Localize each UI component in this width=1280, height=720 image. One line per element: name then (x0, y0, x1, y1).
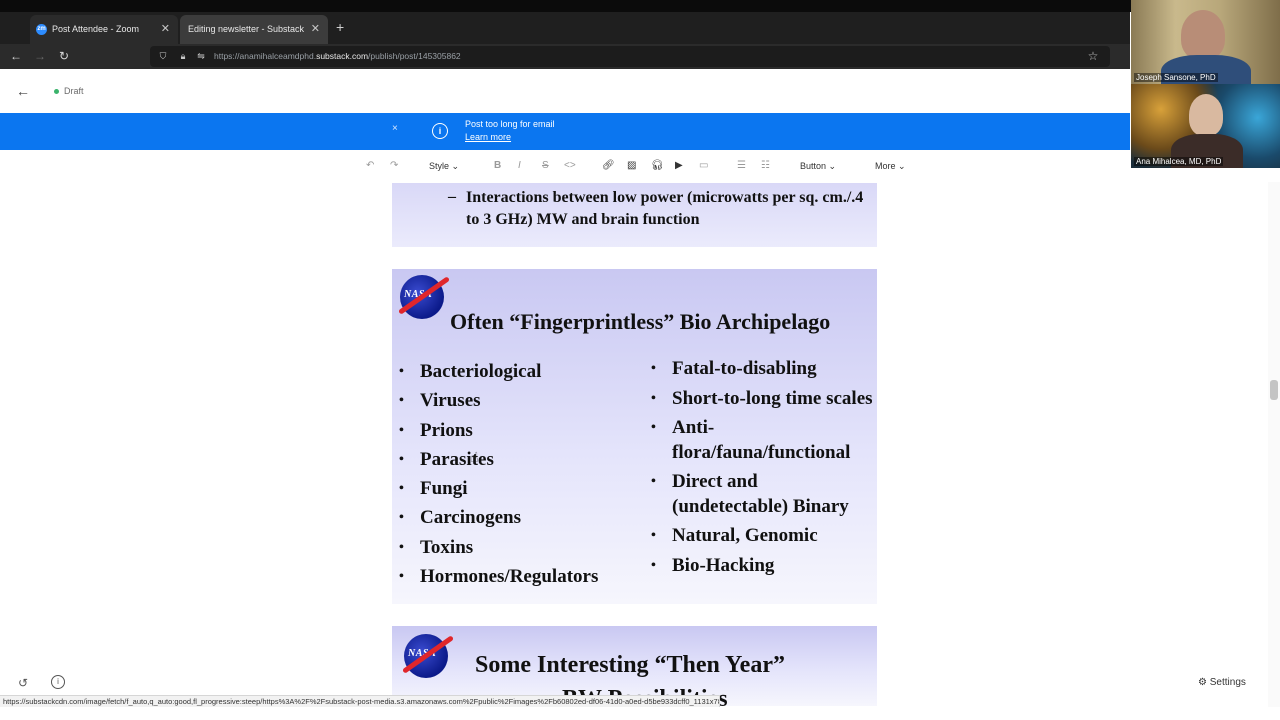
tab-zoom[interactable]: zm Post Attendee - Zoom ✕ (30, 15, 178, 44)
learn-more-link[interactable]: Learn more (465, 132, 511, 142)
slide-image-bio-archipelago[interactable]: NASA Often “Fingerprintless” Bio Archipe… (392, 269, 877, 604)
numbered-list-icon[interactable]: ☷ (761, 159, 770, 173)
back-arrow-icon[interactable]: ← (8, 48, 24, 64)
participant-name: Ana Mihalcea, MD, PhD (1134, 157, 1224, 166)
close-tab-icon[interactable]: ✕ (311, 15, 320, 44)
mouse-cursor-icon: ☝︎ (470, 449, 479, 465)
right-bullet-list: Fatal-to-disabling Short-to-long time sc… (644, 357, 874, 578)
window-top-strip (0, 0, 1280, 12)
list-item: Prions (392, 416, 632, 446)
comment-icon[interactable]: ▭ (699, 159, 708, 173)
list-item: Parasites (392, 445, 632, 475)
list-item: Natural, Genomic (644, 524, 874, 549)
address-row: ← → ↻ ⛉ 🔒︎ ⇋ https://anamihalceamdphd.su… (0, 44, 1130, 69)
slide-dash: – (448, 188, 456, 205)
zoom-icon: zm (36, 24, 47, 35)
page-scrollbar[interactable] (1268, 182, 1280, 707)
image-icon[interactable]: ▨ (627, 159, 636, 173)
strikethrough-icon[interactable]: S (542, 159, 549, 173)
left-bullet-list: Bacteriological Viruses Prions Parasites… (392, 357, 632, 592)
slide-text: Interactions between low power (microwat… (466, 189, 864, 228)
video-tile-participant-2[interactable]: Ana Mihalcea, MD, PhD (1131, 84, 1280, 168)
bullet-list-icon[interactable]: ☰ (737, 159, 746, 173)
slide-image-top[interactable]: – Interactions between low power (microw… (392, 183, 877, 247)
tab-substack[interactable]: Editing newsletter - Substack ✕ (180, 15, 328, 44)
lock-icon[interactable]: 🔒︎ (176, 49, 190, 63)
url-text: https://anamihalceamdphd.substack.com/pu… (214, 51, 461, 61)
video-icon[interactable]: ▶ (675, 159, 683, 173)
tab-title: Editing newsletter - Substack (188, 24, 305, 34)
forward-arrow-icon[interactable]: → (32, 48, 48, 64)
history-icon[interactable]: ↺ (15, 675, 31, 691)
info-icon[interactable]: i (51, 675, 65, 689)
draft-status-dot (54, 89, 59, 94)
new-tab-button[interactable]: + (336, 18, 344, 36)
style-dropdown[interactable]: Style ⌄ (429, 159, 459, 173)
shield-icon[interactable]: ⛉ (156, 49, 170, 63)
participant-name: Joseph Sansone, PhD (1134, 73, 1218, 82)
info-icon: i (432, 123, 448, 139)
scrollbar-thumb[interactable] (1270, 380, 1278, 400)
address-bar[interactable]: ⛉ 🔒︎ ⇋ https://anamihalceamdphd.substack… (150, 46, 1110, 67)
slide-title: Often “Fingerprintless” Bio Archipelago (450, 309, 831, 334)
undo-icon[interactable]: ↶ (366, 159, 374, 173)
list-item: Short-to-long time scales (644, 387, 874, 412)
list-item: Direct and (undetectable) Binary (644, 470, 874, 519)
button-dropdown[interactable]: Button ⌄ (800, 159, 836, 173)
close-icon[interactable]: × (392, 123, 398, 134)
status-url-bar: https://substackcdn.com/image/fetch/f_au… (0, 695, 720, 707)
site-settings-icon[interactable]: ⇋ (194, 49, 208, 63)
close-tab-icon[interactable]: ✕ (161, 15, 170, 44)
nasa-logo: NASA (397, 275, 451, 319)
list-item: Toxins (392, 533, 632, 563)
list-item: Anti-flora/fauna/functional (644, 416, 862, 465)
redo-icon[interactable]: ↷ (390, 159, 398, 173)
tab-title: Post Attendee - Zoom (52, 24, 140, 34)
list-item: Fungi (392, 474, 632, 504)
more-dropdown[interactable]: More ⌄ (875, 159, 906, 173)
bold-icon[interactable]: B (494, 159, 501, 173)
video-tile-participant-1[interactable]: Joseph Sansone, PhD (1131, 0, 1280, 95)
list-item: Carcinogens (392, 503, 632, 533)
slide-image-then-year[interactable]: NASA Some Interesting “Then Year” BW Pos… (392, 626, 877, 706)
list-item: Fatal-to-disabling (644, 357, 874, 382)
italic-icon[interactable]: I (518, 159, 521, 173)
bookmark-star-icon[interactable]: ☆ (1086, 49, 1100, 63)
draft-status-label: Draft (64, 86, 84, 96)
tab-bar: zm Post Attendee - Zoom ✕ Editing newsle… (0, 12, 1130, 44)
back-button[interactable]: ← (10, 80, 36, 102)
editor-toolbar: ↶ ↷ Style ⌄ B I S <> 🔗︎ ▨ 🎧︎ ▶ ▭ ☰ ☷ But… (0, 150, 1130, 182)
participant-face (1189, 94, 1223, 136)
participant-face (1181, 10, 1225, 60)
notice-banner: × i Post too long for email Learn more (0, 113, 1130, 150)
notice-title: Post too long for email (465, 119, 555, 129)
list-item: Viruses (392, 386, 632, 416)
list-item: Bacteriological (392, 357, 632, 387)
slide-title: Some Interesting “Then Year” (475, 652, 785, 678)
list-item: Hormones/Regulators (392, 562, 632, 592)
reload-icon[interactable]: ↻ (56, 48, 72, 64)
settings-button[interactable]: ⚙︎ Settings (1190, 672, 1254, 694)
link-icon[interactable]: 🔗︎ (602, 159, 615, 173)
list-item: Bio-Hacking (644, 554, 874, 579)
code-icon[interactable]: <> (564, 159, 576, 173)
nasa-logo: NASA (401, 634, 455, 678)
audio-icon[interactable]: 🎧︎ (651, 159, 664, 173)
